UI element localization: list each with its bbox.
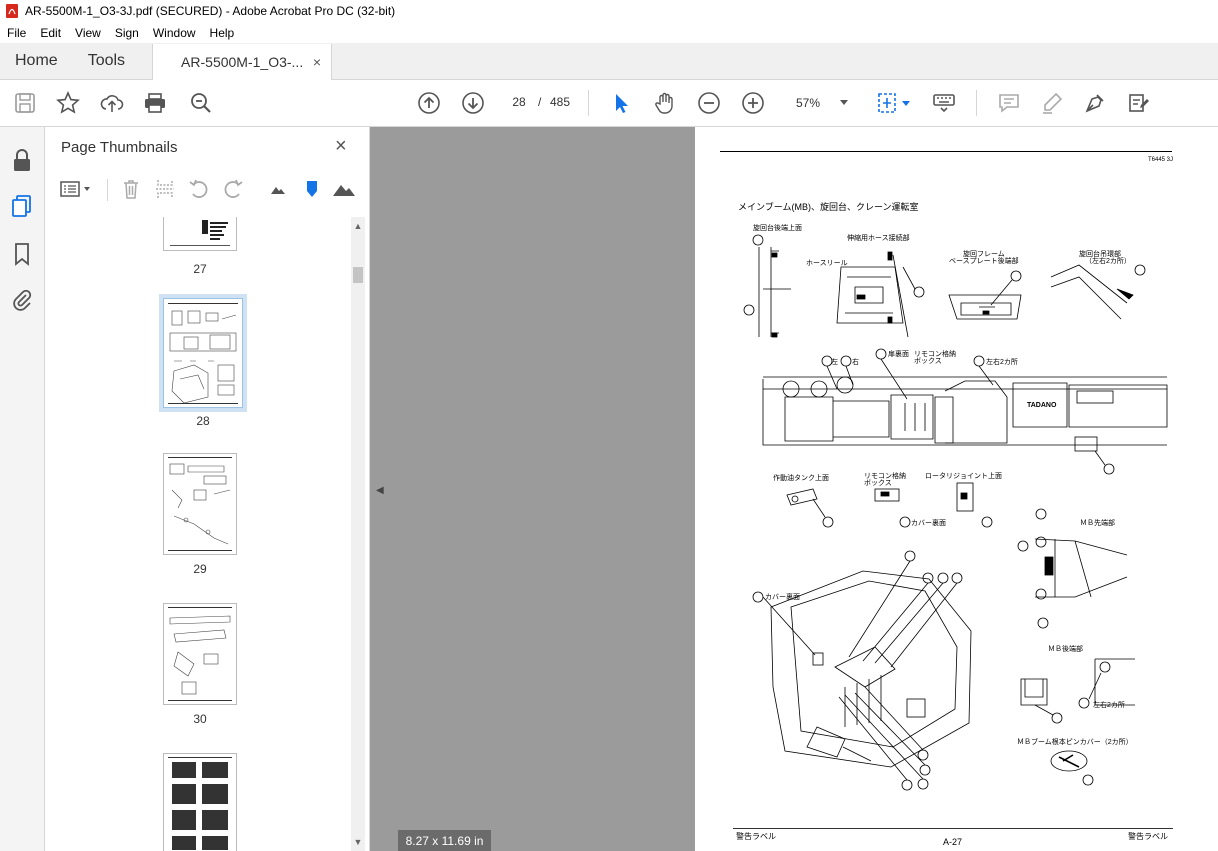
- zoom-out-icon[interactable]: [697, 91, 721, 115]
- thumbnail-list: 27 28 29 30: [45, 217, 350, 851]
- thumbnail-page-27[interactable]: [163, 217, 237, 251]
- hand-tool-icon[interactable]: [653, 91, 677, 115]
- upload-cloud-icon[interactable]: [100, 91, 124, 115]
- comment-icon[interactable]: [997, 91, 1021, 115]
- collapse-panel-icon[interactable]: ◀: [376, 485, 384, 496]
- left-rail: [0, 127, 45, 851]
- thumbnail-size-slider-icon[interactable]: [303, 177, 321, 201]
- keyboard-icon[interactable]: [932, 91, 956, 115]
- highlight-pen-icon[interactable]: [1040, 91, 1064, 115]
- page-28-preview: [168, 303, 238, 404]
- thumbnail-options-icon[interactable]: [59, 177, 93, 201]
- page-size-badge: 8.27 x 11.69 in: [398, 830, 491, 851]
- scrollbar-thumb[interactable]: [353, 267, 363, 283]
- redact-tool-icon[interactable]: [1127, 91, 1151, 115]
- attachment-icon[interactable]: [10, 287, 34, 311]
- thumbnail-label-27: 27: [193, 262, 207, 276]
- page-total: 485: [550, 95, 571, 109]
- scroll-down-icon[interactable]: ▼: [351, 835, 365, 849]
- zoom-level-value: 57%: [796, 96, 821, 110]
- rotate-clockwise-icon[interactable]: [221, 177, 245, 201]
- zoom-search-icon[interactable]: [189, 91, 213, 115]
- window-title: AR-5500M-1_O3-3J.pdf (SECURED) - Adobe A…: [25, 4, 396, 18]
- scroll-up-icon[interactable]: ▲: [351, 219, 365, 233]
- menu-sign[interactable]: Sign: [108, 26, 146, 40]
- tab-tools[interactable]: Tools: [73, 43, 140, 79]
- tab-home[interactable]: Home: [0, 43, 73, 79]
- technical-drawing: [733, 234, 1173, 829]
- save-icon[interactable]: [13, 91, 37, 115]
- zoom-in-icon[interactable]: [741, 91, 765, 115]
- previous-page-icon[interactable]: [417, 91, 441, 115]
- thumb-toolbar-divider: [107, 179, 108, 201]
- sign-pen-icon[interactable]: [1083, 91, 1107, 115]
- document-tab-label: AR-5500M-1_O3-...: [181, 54, 304, 70]
- thumbnail-size-large-icon[interactable]: [331, 177, 357, 201]
- pdf-page: T6445 3J メインブーム(MB)、旋回台、クレーン運転室 旋回台後端上面 …: [695, 127, 1218, 851]
- menu-edit[interactable]: Edit: [33, 26, 68, 40]
- menu-bar: File Edit View Sign Window Help: [0, 22, 1218, 43]
- title-bar: AR-5500M-1_O3-3J.pdf (SECURED) - Adobe A…: [0, 0, 1218, 22]
- thumbnail-scrollbar[interactable]: ▲ ▼: [351, 217, 365, 851]
- fit-page-icon[interactable]: [875, 91, 915, 115]
- thumbnail-toolbar: [45, 171, 370, 207]
- acrobat-pdf-icon: [6, 4, 18, 18]
- close-tab-icon[interactable]: ×: [313, 54, 321, 70]
- page-29-preview: [168, 457, 232, 551]
- bookmark-icon[interactable]: [10, 242, 34, 266]
- page-number-input[interactable]: 28: [505, 90, 533, 114]
- thumbnail-label-28: 28: [196, 414, 210, 428]
- rotate-counterclockwise-icon[interactable]: [187, 177, 211, 201]
- chevron-down-icon: [840, 100, 848, 105]
- page-30-preview: [168, 607, 232, 701]
- menu-file[interactable]: File: [0, 26, 33, 40]
- footer-left: 警告ラベル: [736, 832, 776, 841]
- menu-help[interactable]: Help: [203, 26, 242, 40]
- thumbnail-page-30[interactable]: [163, 603, 237, 705]
- tadano-logo: TADANO: [1027, 402, 1057, 409]
- thumbnail-page-28[interactable]: [159, 294, 247, 412]
- footer-page-number: A-27: [943, 837, 963, 847]
- lock-icon[interactable]: [10, 148, 34, 172]
- star-icon[interactable]: [56, 91, 80, 115]
- thumbnail-label-29: 29: [193, 562, 207, 576]
- thumbnail-page-31[interactable]: [163, 753, 237, 851]
- page-31-preview: [168, 757, 232, 850]
- toolbar-divider: [588, 90, 589, 116]
- thumbnail-page-29[interactable]: [163, 453, 237, 555]
- thumbnail-size-small-icon[interactable]: [269, 177, 287, 201]
- print-icon[interactable]: [143, 91, 167, 115]
- delete-page-icon[interactable]: [119, 177, 143, 201]
- tab-document[interactable]: AR-5500M-1_O3-... ×: [152, 44, 333, 80]
- page-separator: /: [538, 95, 542, 109]
- toolbar-divider-2: [976, 90, 977, 116]
- zoom-level-select[interactable]: 57%: [786, 91, 856, 115]
- footer-right: 警告ラベル: [1128, 832, 1168, 841]
- next-page-icon[interactable]: [461, 91, 485, 115]
- extract-pages-icon[interactable]: [153, 177, 177, 201]
- close-panel-icon[interactable]: ×: [335, 135, 347, 158]
- page-27-preview: [170, 220, 230, 246]
- select-cursor-icon[interactable]: [609, 91, 633, 115]
- page-thumbnails-icon[interactable]: [10, 194, 34, 218]
- panel-title: Page Thumbnails: [61, 139, 178, 156]
- thumbnail-label-30: 30: [193, 712, 207, 726]
- menu-view[interactable]: View: [68, 26, 108, 40]
- tab-bar: Home Tools AR-5500M-1_O3-... ×: [0, 43, 1218, 80]
- menu-window[interactable]: Window: [146, 26, 203, 40]
- thumbnails-panel: Page Thumbnails × 27 28 29 30 ▲ ▼: [45, 127, 370, 851]
